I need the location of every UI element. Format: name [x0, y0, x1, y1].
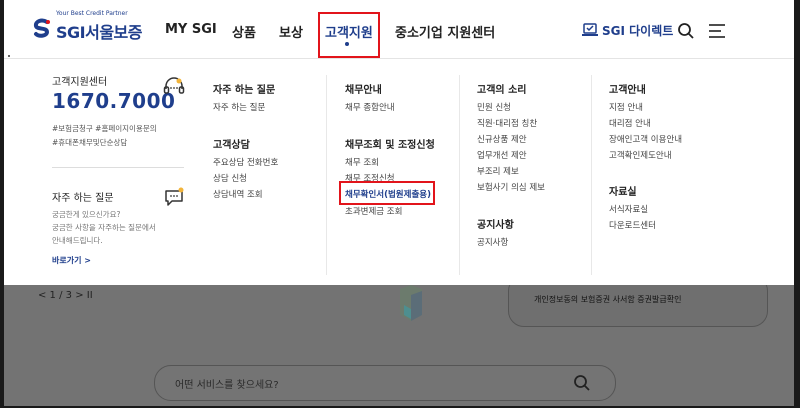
contact-tag-line-1: #보험금청구 #홈페이지이용문의 — [52, 124, 157, 133]
menu-item-overpayment-inquiry[interactable]: 초과변제금 조회 — [345, 205, 402, 217]
service-search-bar[interactable]: 어떤 서비스를 찾으세요? — [154, 365, 616, 401]
dimmed-page-overlay: < 1 / 3 > II 개인정보동의 보험증권 사서함 증권발급확인 어떤 서… — [4, 285, 794, 406]
banner-pager[interactable]: < 1 / 3 > II — [38, 290, 93, 301]
nav-item-my-sgi[interactable]: MY SGI — [165, 22, 217, 37]
menu-heading-resources: 자료실 — [609, 187, 637, 198]
menu-item-praise[interactable]: 직원·대리점 칭찬 — [477, 117, 537, 129]
column-divider — [591, 75, 592, 275]
menu-item-agency-info[interactable]: 대리점 안내 — [609, 117, 651, 129]
menu-item-kyc-guide[interactable]: 고객확인제도안내 — [609, 149, 672, 161]
nav-item-compensation[interactable]: 보상 — [279, 22, 303, 41]
nav-item-products[interactable]: 상품 — [232, 22, 256, 41]
menu-heading-debt-info: 채무안내 — [345, 85, 382, 96]
faq-desc-line-3: 안내해드립니다. — [52, 236, 103, 245]
menu-heading-debt-inquiry: 채무조회 및 조정신청 — [345, 140, 435, 151]
menu-item-product-proposal[interactable]: 신규상품 제안 — [477, 133, 527, 145]
quick-links-card — [508, 285, 768, 327]
faq-panel-title: 자주 하는 질문 — [52, 193, 114, 204]
menu-item-branch-info[interactable]: 지점 안내 — [609, 101, 643, 113]
stray-dot — [8, 55, 10, 57]
service-search-placeholder: 어떤 서비스를 찾으세요? — [175, 380, 279, 391]
menu-item-consult-phone[interactable]: 주요상담 전화번호 — [213, 156, 278, 168]
menu-item-consult-history[interactable]: 상담내역 조회 — [213, 188, 263, 200]
menu-item-debt-overview[interactable]: 채무 종합안내 — [345, 101, 395, 113]
menu-item-forms[interactable]: 서식자료실 — [609, 203, 648, 215]
menu-item-download-center[interactable]: 다운로드센터 — [609, 219, 656, 231]
menu-item-disability-guide[interactable]: 장애인고객 이용안내 — [609, 133, 682, 145]
menu-heading-faq: 자주 하는 질문 — [213, 85, 276, 96]
highlight-box-nav — [318, 12, 380, 58]
menu-heading-customer-voice: 고객의 소리 — [477, 85, 527, 96]
menu-item-consult-request[interactable]: 상담 신청 — [213, 172, 247, 184]
sgi-logo-icon — [33, 18, 50, 38]
nav-item-sme-center[interactable]: 중소기업 지원센터 — [395, 22, 495, 41]
logo-wordmark: SGI서울보증 — [56, 23, 143, 42]
column-divider — [459, 75, 460, 275]
support-contact-panel: 고객지원센터 1670.7000 #보험금청구 #홈페이지이용문의 #휴대폰채무… — [34, 59, 194, 286]
menu-heading-consult: 고객상담 — [213, 140, 250, 151]
headset-icon — [163, 77, 185, 94]
search-icon[interactable] — [677, 22, 695, 40]
cube-illustration — [400, 285, 422, 321]
menu-item-debt-inquiry[interactable]: 채무 조회 — [345, 156, 379, 168]
menu-item-misconduct-report[interactable]: 부조리 제보 — [477, 165, 519, 177]
faq-desc-line-1: 궁금한게 있으신가요? — [52, 210, 121, 219]
contact-tag-line-2: #휴대폰채무및단순상담 — [52, 138, 128, 147]
search-icon[interactable] — [573, 374, 591, 392]
highlight-box-debt-certificate — [339, 181, 435, 205]
contact-center-title: 고객지원센터 — [52, 77, 108, 88]
quick-links-text[interactable]: 개인정보동의 보험증권 사서함 증권발급확인 — [534, 294, 681, 305]
mega-menu-dropdown: 고객지원센터 1670.7000 #보험금청구 #홈페이지이용문의 #휴대폰채무… — [4, 58, 794, 286]
menu-item-faq[interactable]: 자주 하는 질문 — [213, 101, 265, 113]
logo-tagline: Your Best Credit Partner — [56, 10, 128, 17]
hamburger-menu-icon[interactable] — [708, 23, 726, 39]
menu-item-complaint[interactable]: 민원 신청 — [477, 101, 511, 113]
menu-heading-customer-guide: 고객안내 — [609, 85, 646, 96]
menu-heading-notices: 공지사항 — [477, 220, 514, 231]
faq-desc-line-2: 궁금한 사항을 자주하는 질문에서 — [52, 223, 156, 232]
menu-item-improvement-proposal[interactable]: 업무개선 제안 — [477, 149, 527, 161]
menu-item-notices[interactable]: 공지사항 — [477, 236, 508, 248]
sgi-logo[interactable]: Your Best Credit Partner SGI서울보증 — [32, 10, 147, 44]
panel-divider — [52, 167, 184, 168]
faq-shortcut-link[interactable]: 바로가기 > — [52, 255, 91, 266]
sgi-direct-link[interactable]: SGI 다이렉트 — [602, 22, 673, 39]
direct-laptop-icon — [582, 23, 598, 36]
column-divider — [326, 75, 327, 275]
chat-bubble-icon — [165, 187, 184, 206]
menu-item-fraud-report[interactable]: 보험사기 의심 제보 — [477, 181, 545, 193]
site-header: Your Best Credit Partner SGI서울보증 MY SGI … — [4, 0, 794, 58]
browser-viewport: Your Best Credit Partner SGI서울보증 MY SGI … — [4, 0, 794, 406]
contact-phone-number: 1670.7000 — [52, 89, 176, 113]
